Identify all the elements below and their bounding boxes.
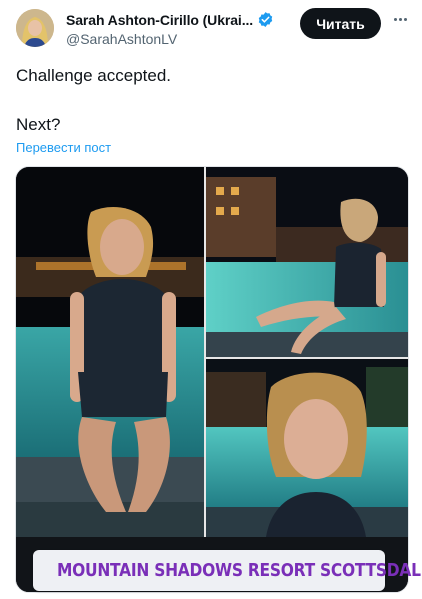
photo-bottom-right bbox=[206, 359, 408, 537]
author-handle[interactable]: @SarahAshtonLV bbox=[66, 31, 177, 47]
translate-post-link[interactable]: Перевести пост bbox=[16, 140, 111, 155]
avatar[interactable] bbox=[16, 9, 54, 47]
location-sticker-text: MOUNTAIN SHADOWS RESORT SCOTTSDALE bbox=[57, 560, 422, 581]
photo-collage bbox=[16, 167, 408, 592]
author-display-name[interactable]: Sarah Ashton-Cirillo (Ukrai... bbox=[66, 12, 253, 28]
tweet-header: Sarah Ashton-Cirillo (Ukrai... @SarahAsh… bbox=[0, 0, 422, 60]
more-options-icon[interactable] bbox=[390, 9, 410, 29]
tweet-media-image[interactable] bbox=[15, 166, 409, 593]
follow-button[interactable]: Читать bbox=[300, 8, 381, 39]
tweet-line-2: Next? bbox=[16, 115, 61, 134]
photo-left bbox=[16, 167, 204, 537]
author-name-row[interactable]: Sarah Ashton-Cirillo (Ukrai... bbox=[66, 11, 274, 28]
tweet-text: Challenge accepted. Next? bbox=[16, 65, 171, 136]
avatar-image bbox=[16, 9, 54, 47]
location-sticker: MOUNTAIN SHADOWS RESORT SCOTTSDALE bbox=[33, 550, 422, 591]
photo-top-right bbox=[206, 167, 408, 357]
tweet-line-1: Challenge accepted. bbox=[16, 66, 172, 85]
verified-badge-icon bbox=[258, 12, 273, 27]
